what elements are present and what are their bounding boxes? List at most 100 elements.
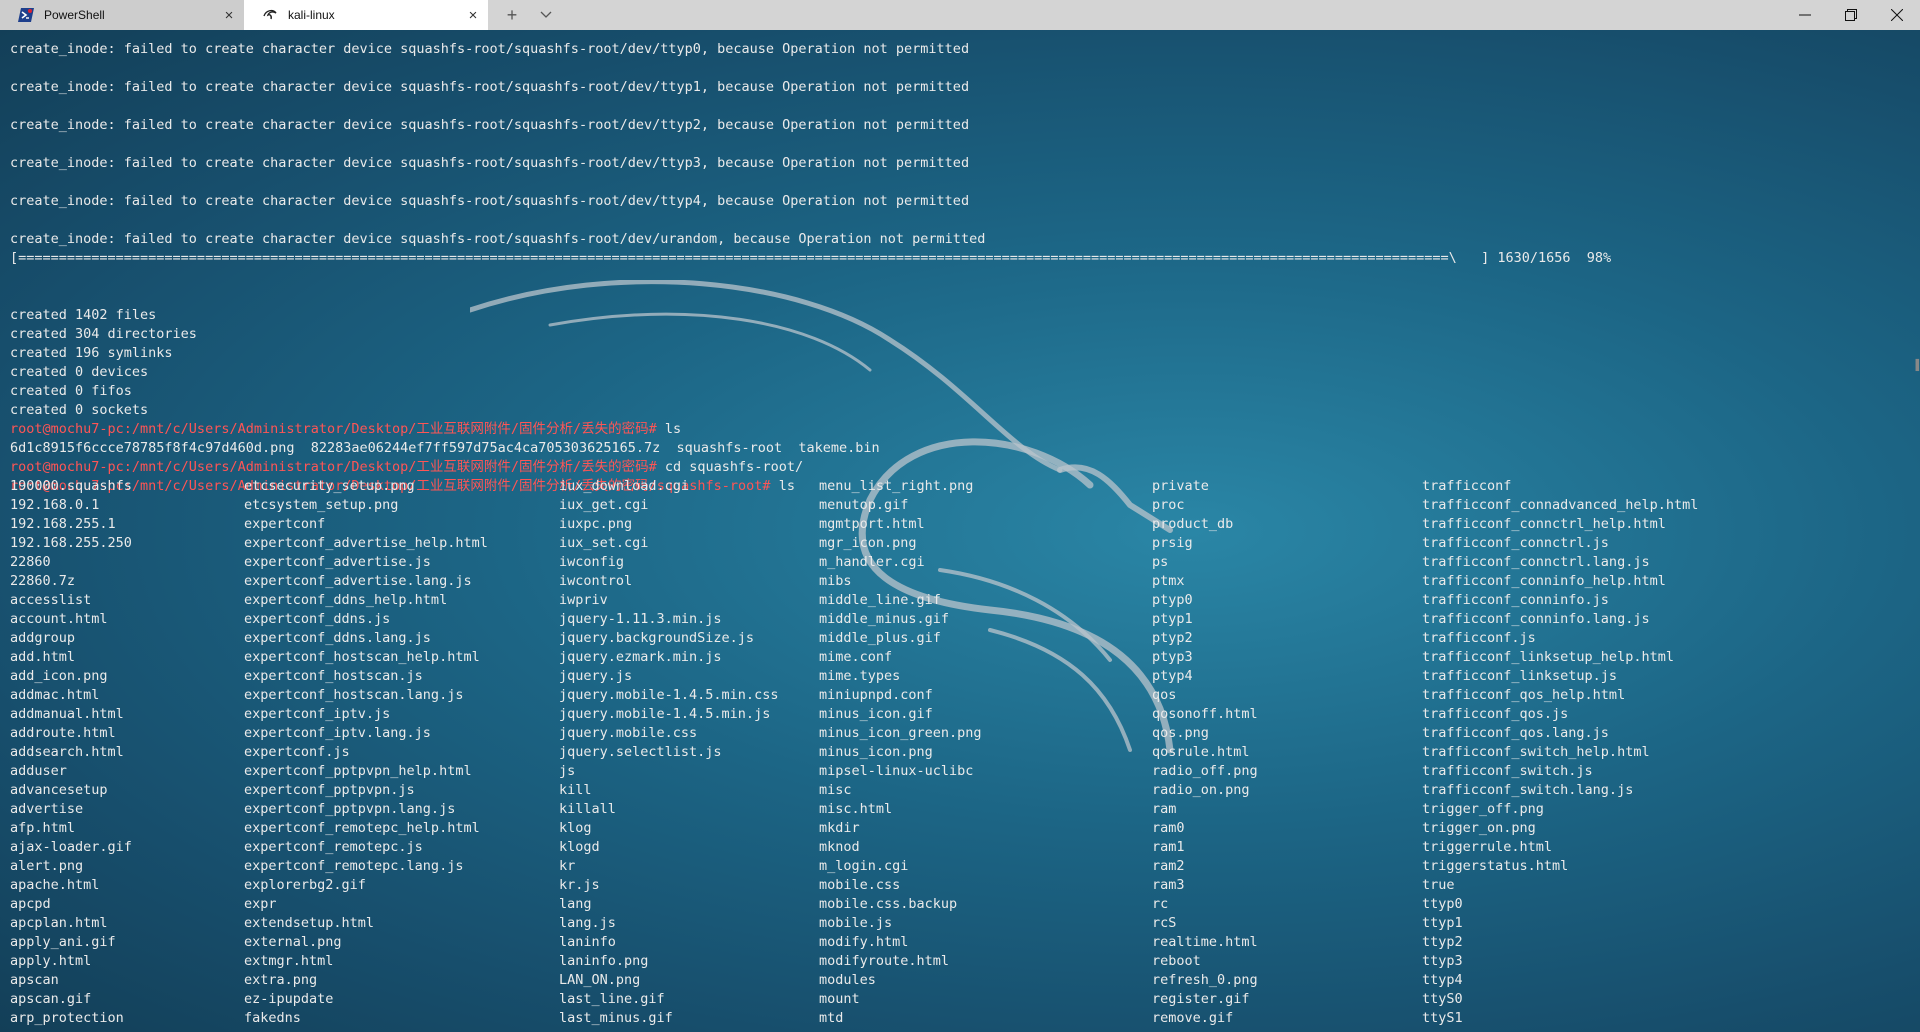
list-item: mibs xyxy=(819,573,852,589)
list-item: expertconf_iptv.js xyxy=(244,706,391,722)
list-item: apply_ani.gif xyxy=(10,934,116,950)
list-item: trafficconf_qos_help.html xyxy=(1422,687,1626,703)
list-item: jquery.mobile.css xyxy=(559,725,698,741)
list-item: ttyS1 xyxy=(1422,1010,1463,1026)
list-item: add.html xyxy=(10,649,76,665)
close-tab-icon[interactable]: × xyxy=(214,7,244,24)
list-item: trafficconf_qos.js xyxy=(1422,706,1569,722)
list-item: extendsetup.html xyxy=(244,915,375,931)
command-text: ls xyxy=(656,421,682,437)
list-item: add_icon.png xyxy=(10,668,108,684)
list-item: expertconf_iptv.lang.js xyxy=(244,725,431,741)
list-item: ttyp4 xyxy=(1422,972,1463,988)
listing-column: etcsecurity_setup.png etcsystem_setup.png… xyxy=(244,477,488,1028)
list-item: 22860.7z xyxy=(10,573,76,589)
list-item: trafficconf xyxy=(1422,478,1512,494)
list-item: misc.html xyxy=(819,801,893,817)
list-item: trafficconf_connctrl.js xyxy=(1422,535,1609,551)
list-item: m_login.cgi xyxy=(819,858,909,874)
list-item: qosrule.html xyxy=(1152,744,1250,760)
list-item: 22860 xyxy=(10,554,51,570)
list-item: rcS xyxy=(1152,915,1177,931)
list-item: reboot xyxy=(1152,953,1201,969)
list-item: true xyxy=(1422,877,1455,893)
tab-powershell[interactable]: PowerShell × xyxy=(0,0,244,30)
list-item: kr.js xyxy=(559,877,600,893)
minimize-button[interactable] xyxy=(1782,0,1828,30)
error-line: create_inode: failed to create character… xyxy=(10,117,970,133)
list-item: addroute.html xyxy=(10,725,116,741)
list-item: private xyxy=(1152,478,1209,494)
list-item: laninfo xyxy=(559,934,616,950)
list-item: expertconf_remotepc.lang.js xyxy=(244,858,464,874)
maximize-button[interactable] xyxy=(1828,0,1874,30)
list-item: trafficconf_conninfo.lang.js xyxy=(1422,611,1650,627)
list-item: expertconf_pptpvpn_help.html xyxy=(244,763,472,779)
list-item: mkdir xyxy=(819,820,860,836)
list-item: expertconf_advertise.lang.js xyxy=(244,573,472,589)
list-item: trafficconf_connctrl.lang.js xyxy=(1422,554,1650,570)
list-item: iux_set.cgi xyxy=(559,535,649,551)
list-item: expertconf.js xyxy=(244,744,350,760)
list-item: mount xyxy=(819,991,860,1007)
list-item: minus_icon.gif xyxy=(819,706,933,722)
list-item: ram0 xyxy=(1152,820,1185,836)
list-item: ez-ipupdate xyxy=(244,991,334,1007)
list-item: m_handler.cgi xyxy=(819,554,925,570)
error-line: create_inode: failed to create character… xyxy=(10,155,970,171)
list-item: extmgr.html xyxy=(244,953,334,969)
list-item: ram1 xyxy=(1152,839,1185,855)
summary-line: created 0 devices xyxy=(10,364,149,380)
list-item: middle_plus.gif xyxy=(819,630,941,646)
tab-kali-linux[interactable]: kali-linux × xyxy=(244,0,488,30)
list-item: product_db xyxy=(1152,516,1234,532)
scrollbar[interactable]: ▐ xyxy=(1912,360,1919,371)
progress-line: [=======================================… xyxy=(10,249,1920,268)
list-item: klog xyxy=(559,820,592,836)
new-tab-icon[interactable]: + xyxy=(500,0,524,30)
list-item: trafficconf_connctrl_help.html xyxy=(1422,516,1666,532)
list-item: ttyS0 xyxy=(1422,991,1463,1007)
close-tab-icon[interactable]: × xyxy=(458,7,488,24)
list-item: expertconf_hostscan.lang.js xyxy=(244,687,464,703)
list-item: mobile.js xyxy=(819,915,893,931)
chevron-down-icon[interactable] xyxy=(534,0,558,30)
list-item: accesslist xyxy=(10,592,92,608)
list-item: js xyxy=(559,763,576,779)
listing-column: 190000.squashfs 192.168.0.1 192.168.255.1 1… xyxy=(10,477,132,1028)
progress-bar-text: [=======================================… xyxy=(10,250,1457,266)
list-item: mgr_icon.png xyxy=(819,535,917,551)
list-item: ram xyxy=(1152,801,1177,817)
list-item: apply.html xyxy=(10,953,92,969)
list-item: trafficconf_qos.lang.js xyxy=(1422,725,1609,741)
list-item: advertise xyxy=(10,801,84,817)
list-item: minus_icon_green.png xyxy=(819,725,982,741)
list-item: jquery.ezmark.min.js xyxy=(559,649,722,665)
listing-column: menu_list_right.png menutop.gif mgmtport.h… xyxy=(819,477,982,1028)
close-window-button[interactable] xyxy=(1874,0,1920,30)
progress-percent: 98% xyxy=(1586,250,1612,266)
title-bar: PowerShell × kali-linux × + xyxy=(0,0,1920,30)
list-item: trafficconf_switch.lang.js xyxy=(1422,782,1634,798)
tab-label: PowerShell xyxy=(44,8,105,22)
list-item: jquery-1.11.3.min.js xyxy=(559,611,722,627)
error-line: create_inode: failed to create character… xyxy=(10,193,970,209)
list-item: extra.png xyxy=(244,972,318,988)
list-item: minus_icon.png xyxy=(819,744,933,760)
list-item: rc xyxy=(1152,896,1169,912)
list-item: expertconf_pptpvpn.lang.js xyxy=(244,801,456,817)
list-item: trigger_off.png xyxy=(1422,801,1544,817)
list-item: triggerstatus.html xyxy=(1422,858,1569,874)
shell-prompt: root@mochu7-pc:/mnt/c/Users/Administrato… xyxy=(10,421,657,437)
list-item: addsearch.html xyxy=(10,744,124,760)
list-item: refresh_0.png xyxy=(1152,972,1258,988)
error-line: create_inode: failed to create character… xyxy=(10,79,970,95)
list-item: expertconf xyxy=(244,516,326,532)
powershell-icon xyxy=(18,7,34,23)
list-item: last_line.gif xyxy=(559,991,665,1007)
terminal-pane[interactable]: create_inode: failed to create character… xyxy=(0,30,1920,1032)
list-item: kill xyxy=(559,782,592,798)
list-item: ps xyxy=(1152,554,1169,570)
list-item: menu_list_right.png xyxy=(819,478,974,494)
error-line: create_inode: failed to create character… xyxy=(10,41,970,57)
